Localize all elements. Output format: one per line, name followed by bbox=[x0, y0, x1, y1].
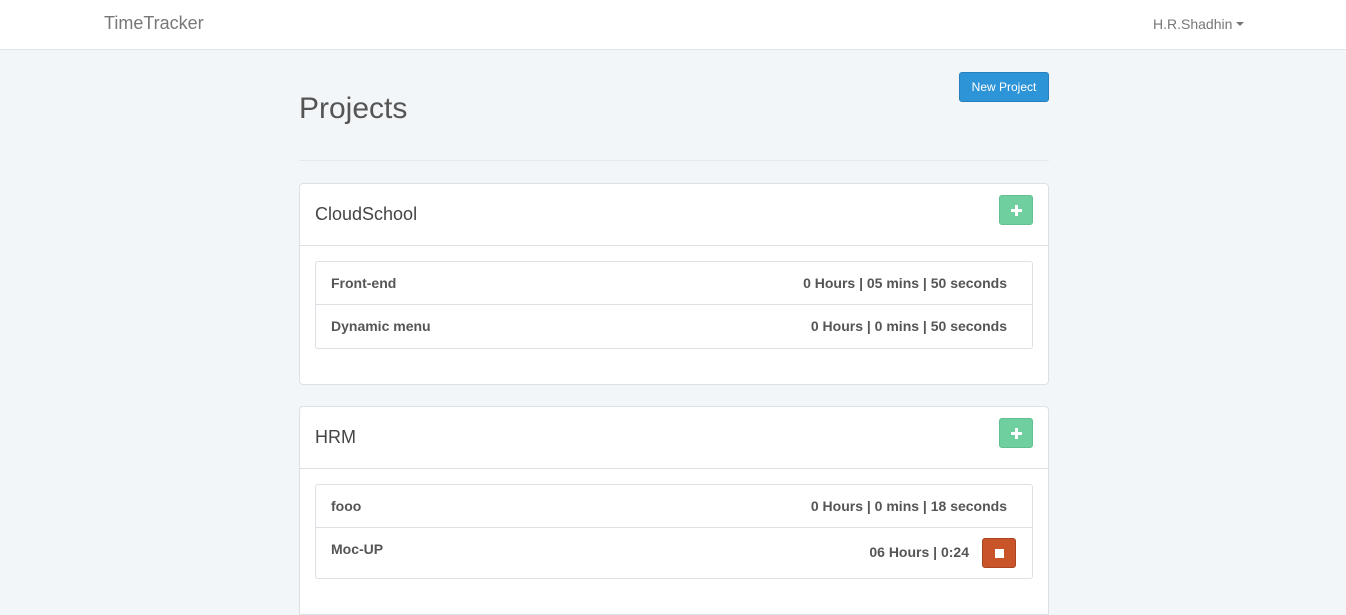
task-name: fooo bbox=[331, 498, 362, 514]
task-name: Front-end bbox=[331, 275, 397, 291]
task-row[interactable]: Dynamic menu 0 Hours | 0 mins | 50 secon… bbox=[316, 305, 1032, 348]
project-title: HRM bbox=[315, 427, 356, 447]
task-name: Moc-UP bbox=[331, 541, 384, 557]
stop-icon bbox=[994, 548, 1004, 558]
user-menu[interactable]: H.R.Shadhin bbox=[1153, 16, 1245, 32]
caret-down-icon bbox=[1236, 22, 1245, 26]
plus-icon bbox=[1010, 427, 1022, 439]
task-time: 0 Hours | 05 mins | 50 seconds bbox=[803, 275, 1007, 291]
task-row-running[interactable]: Moc-UP 06 Hours | 0:24 bbox=[316, 528, 1032, 578]
project-panel-cloudschool: CloudSchool Front-end 0 Hours | 05 mins … bbox=[299, 183, 1049, 385]
add-task-button[interactable] bbox=[999, 418, 1033, 448]
task-time: 0 Hours | 0 mins | 50 seconds bbox=[810, 318, 1007, 334]
task-list: Front-end 0 Hours | 05 mins | 50 seconds… bbox=[315, 261, 1033, 349]
stop-timer-button[interactable] bbox=[982, 538, 1016, 568]
divider bbox=[299, 160, 1049, 161]
running-timer: 06 Hours | 0:24 bbox=[869, 544, 969, 560]
task-time: 0 Hours | 0 mins | 18 seconds bbox=[810, 498, 1007, 514]
new-project-button[interactable]: New Project bbox=[959, 72, 1049, 102]
project-title: CloudSchool bbox=[315, 204, 418, 224]
project-panel-hrm: HRM fooo 0 Hours | 0 mins | 18 seconds M… bbox=[299, 406, 1049, 615]
panel-heading: HRM bbox=[300, 407, 1048, 469]
task-name: Dynamic menu bbox=[331, 318, 431, 334]
brand-link[interactable]: TimeTracker bbox=[104, 13, 204, 34]
add-task-button[interactable] bbox=[999, 195, 1033, 225]
page-title: Projects bbox=[299, 92, 408, 125]
navbar: TimeTracker H.R.Shadhin bbox=[0, 0, 1346, 50]
user-name: H.R.Shadhin bbox=[1153, 16, 1233, 32]
plus-icon bbox=[1010, 204, 1022, 216]
task-row[interactable]: fooo 0 Hours | 0 mins | 18 seconds bbox=[316, 485, 1032, 528]
panel-heading: CloudSchool bbox=[300, 184, 1048, 246]
task-list: fooo 0 Hours | 0 mins | 18 seconds Moc-U… bbox=[315, 484, 1033, 579]
task-row[interactable]: Front-end 0 Hours | 05 mins | 50 seconds bbox=[316, 262, 1032, 305]
